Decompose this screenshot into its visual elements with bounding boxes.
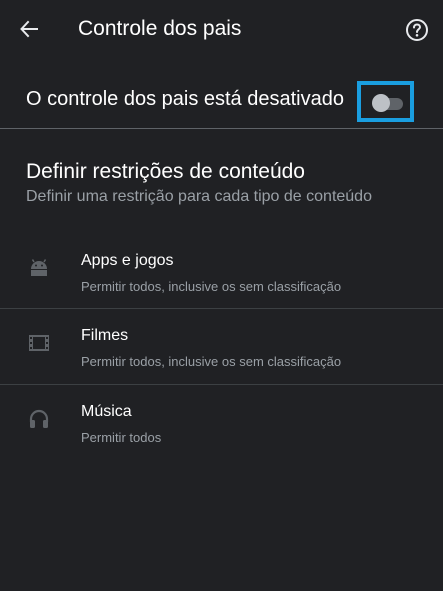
app-bar: Controle dos pais (0, 0, 443, 60)
arrow-left-icon (20, 20, 38, 38)
item-subtitle: Permitir todos, inclusive os sem classif… (81, 354, 342, 369)
section-divider (0, 128, 443, 129)
item-subtitle: Permitir todos, inclusive os sem classif… (81, 279, 342, 294)
switch-thumb (372, 94, 390, 112)
parental-control-status-label: O controle dos pais está desativado (26, 88, 344, 110)
help-circle-icon (406, 19, 428, 41)
list-item-apps-games[interactable]: Apps e jogos Permitir todos, inclusive o… (0, 234, 443, 309)
item-title: Apps e jogos (81, 252, 174, 269)
section-subtitle: Definir uma restrição para cada tipo de … (26, 188, 372, 205)
headphones-icon (29, 409, 49, 428)
parental-control-toggle-row[interactable]: O controle dos pais está desativado (0, 68, 443, 128)
android-icon (31, 259, 47, 276)
parental-control-switch[interactable] (372, 94, 403, 112)
toggle-highlight-box (357, 81, 414, 122)
item-title: Filmes (81, 327, 129, 344)
help-button[interactable] (404, 17, 430, 43)
film-icon (29, 335, 49, 351)
item-subtitle: Permitir todos (81, 430, 162, 445)
list-item-movies[interactable]: Filmes Permitir todos, inclusive os sem … (0, 309, 443, 384)
item-title: Música (81, 403, 132, 420)
back-button[interactable] (14, 14, 44, 44)
list-item-music[interactable]: Música Permitir todos (0, 385, 443, 460)
page-title: Controle dos pais (78, 17, 242, 40)
section-title: Definir restrições de conteúdo (26, 160, 305, 183)
